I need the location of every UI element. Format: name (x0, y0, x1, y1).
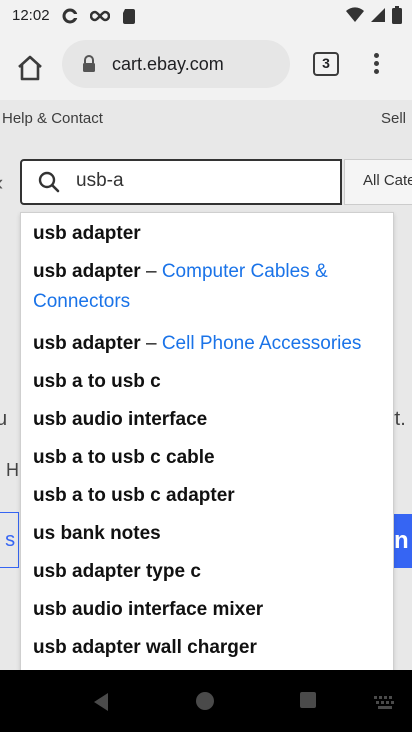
suggestion-text: usb adapter wall charger (33, 637, 257, 658)
sell-link[interactable]: Sell (381, 110, 406, 127)
suggestion-category: Computer Cables & (161, 261, 328, 282)
suggestion-text: usb adapter (33, 333, 141, 354)
help-contact-link[interactable]: Help & Contact (2, 110, 103, 127)
address-bar[interactable]: cart.ebay.com (62, 40, 290, 88)
search-suggestions: usb adapter usb adapter – Computer Cable… (20, 212, 394, 670)
cell-signal-icon (371, 8, 385, 22)
suggestion-text: usb audio interface mixer (33, 599, 264, 620)
suggestion-text: usb audio interface (33, 409, 208, 430)
bg-text-fragment: H (6, 460, 19, 480)
suggestion-item[interactable]: usb a to usb c adapter (33, 485, 235, 507)
suggestion-item[interactable]: usb adapter (33, 223, 141, 245)
suggestion-item[interactable]: usb a to usb c (33, 371, 161, 393)
suggestion-text: usb adapter (33, 261, 141, 282)
recents-square-icon[interactable] (300, 692, 316, 708)
suggestion-item[interactable]: usb adapter – Cell Phone Accessories (33, 333, 361, 355)
system-nav-bar (0, 670, 412, 732)
status-bar: 12:02 (0, 0, 412, 32)
browser-toolbar: cart.ebay.com 3 (0, 32, 412, 100)
search-input[interactable] (74, 169, 338, 193)
suggestion-dash: – (140, 333, 162, 354)
notification-infinity-icon (90, 10, 110, 22)
notification-c-icon (62, 8, 78, 24)
suggestion-dash: – (140, 261, 162, 282)
suggestion-text: usb a to usb c (33, 371, 161, 392)
battery-icon (392, 6, 402, 24)
keyboard-icon[interactable] (374, 696, 396, 710)
suggestion-text: us bank notes (33, 523, 161, 544)
browser-menu-icon[interactable] (368, 50, 384, 82)
wifi-icon (346, 7, 364, 23)
chevron-left-icon[interactable]: ‹ (0, 170, 3, 196)
suggestion-item[interactable]: usb adapter type c (33, 561, 201, 583)
notification-sd-icon (123, 9, 135, 24)
back-triangle-icon[interactable] (92, 692, 110, 712)
search-box[interactable] (20, 159, 342, 205)
tab-switcher-button[interactable]: 3 (313, 52, 339, 76)
suggestion-item[interactable]: usb audio interface (33, 409, 207, 431)
category-select[interactable]: All Cate (344, 159, 412, 205)
bg-button-fragment[interactable]: n (391, 514, 412, 568)
home-circle-icon[interactable] (196, 692, 214, 710)
suggestion-text: usb adapter (33, 223, 141, 244)
page-header: Help & Contact Sell (0, 100, 412, 144)
suggestion-item[interactable]: us bank notes (33, 523, 161, 545)
suggestion-text: usb adapter type c (33, 561, 201, 582)
suggestion-item[interactable]: usb audio interface mixer (33, 599, 263, 621)
suggestion-text: usb a to usb c cable (33, 447, 215, 468)
suggestion-category: Cell Phone Accessories (161, 333, 362, 354)
search-icon (38, 171, 60, 193)
suggestion-text: usb a to usb c adapter (33, 485, 235, 506)
suggestion-item[interactable]: usb a to usb c cable (33, 447, 215, 469)
search-row: ‹ All Cate (0, 156, 412, 212)
home-icon[interactable] (14, 52, 46, 84)
suggestion-item[interactable]: usb adapter wall charger (33, 637, 257, 659)
suggestion-category: Connectors (33, 291, 131, 312)
ebay-page: Help & Contact Sell ‹ All Cate u rt. H t… (0, 100, 412, 670)
status-time: 12:02 (12, 7, 50, 24)
bg-link-fragment[interactable]: t s (0, 512, 19, 568)
suggestion-item[interactable]: usb adapter – Computer Cables & Connecto… (33, 261, 328, 321)
bg-text-fragment: u (0, 408, 8, 430)
lock-icon (83, 55, 95, 72)
url-text: cart.ebay.com (112, 54, 224, 74)
